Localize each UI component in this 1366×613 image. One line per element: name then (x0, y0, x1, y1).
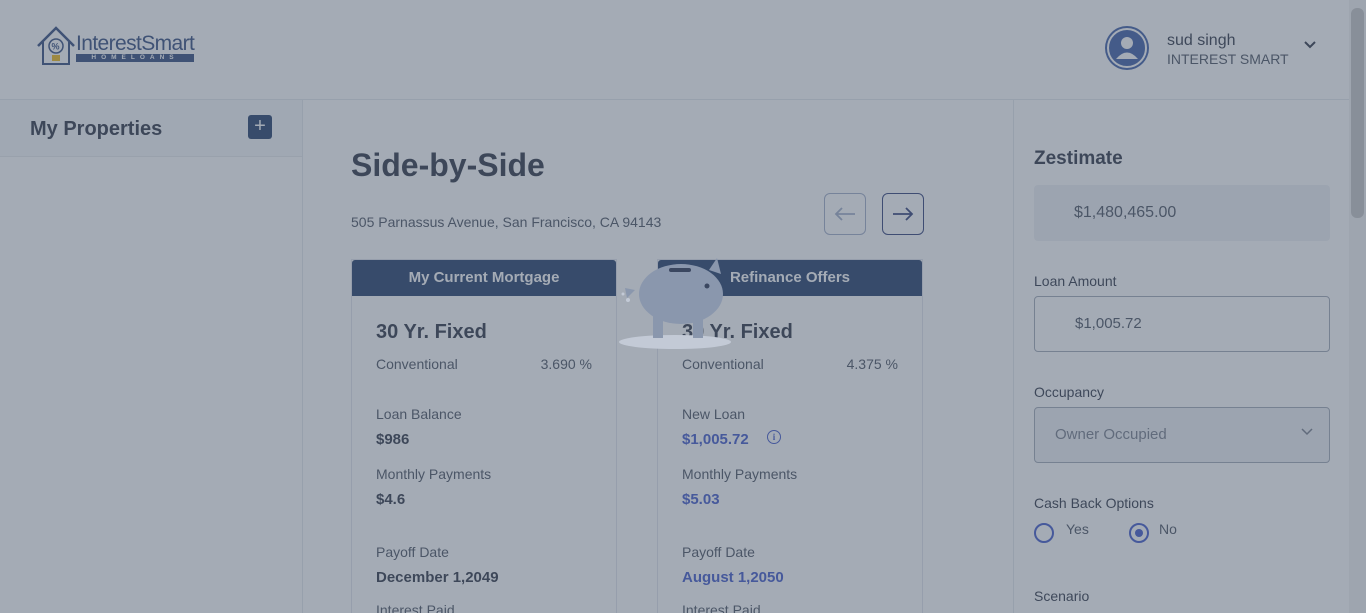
page-scrollbar[interactable] (1349, 0, 1366, 613)
interest-paid-label: Interest Paid (376, 602, 455, 613)
cash-back-label: Cash Back Options (1034, 495, 1154, 511)
interest-paid-label: Interest Paid (682, 602, 761, 613)
loan-amount-label: Loan Amount (1034, 273, 1117, 289)
logo-subtext: HOMELOANS (76, 54, 194, 62)
payoff-date-label: Payoff Date (376, 544, 449, 560)
user-name: sud singh (1167, 32, 1236, 49)
monthly-payments-label: Monthly Payments (376, 466, 492, 482)
cash-back-no-label: No (1159, 521, 1177, 537)
monthly-payments-value: $4.6 (376, 491, 406, 508)
right-panel: Zestimate $1,480,465.00 Loan Amount $1,0… (1013, 100, 1349, 613)
page-title: Side-by-Side (351, 147, 545, 183)
radio-selected-dot (1135, 529, 1143, 537)
loan-type: 30 Yr. Fixed (376, 321, 487, 343)
new-loan-value: $1,005.72 (682, 431, 749, 448)
add-property-button[interactable]: + (248, 115, 272, 139)
loan-program: Conventional (376, 356, 458, 372)
chevron-down-icon[interactable] (1303, 40, 1317, 50)
logo-text: InterestSmart (76, 32, 195, 55)
house-logo-icon: % (37, 26, 75, 65)
loan-program: Conventional (682, 356, 764, 372)
svg-text:%: % (52, 42, 60, 52)
current-mortgage-card: My Current Mortgage 30 Yr. Fixed Convent… (351, 259, 617, 613)
info-icon[interactable]: i (767, 430, 781, 444)
interest-rate: 4.375 % (846, 356, 898, 372)
occupancy-selected-value: Owner Occupied (1055, 426, 1167, 443)
interest-rate: 3.690 % (540, 356, 592, 372)
scenario-label: Scenario (1034, 588, 1090, 604)
scrollbar-thumb[interactable] (1351, 8, 1364, 218)
sidebar-title: My Properties (30, 118, 163, 140)
payoff-date-label: Payoff Date (682, 544, 755, 560)
loan-balance-value: $986 (376, 431, 410, 448)
user-menu[interactable]: sud singh INTEREST SMART (1105, 26, 1335, 72)
piggy-bank-loading-icon (619, 258, 731, 349)
sidebar-header: My Properties + (0, 100, 302, 157)
top-header: % InterestSmart HOMELOANS sud singh INTE… (0, 0, 1349, 100)
payoff-date-value: August 1,2050 (682, 569, 784, 586)
arrow-left-icon (834, 207, 855, 221)
main-content: Side-by-Side 505 Parnassus Avenue, San F… (303, 100, 1013, 613)
current-mortgage-header: My Current Mortgage (352, 260, 616, 296)
occupancy-label: Occupancy (1034, 384, 1105, 400)
user-avatar-icon (1105, 26, 1149, 70)
loan-balance-label: Loan Balance (376, 406, 462, 422)
property-address: 505 Parnassus Avenue, San Francisco, CA … (351, 214, 662, 230)
occupancy-select[interactable]: Owner Occupied (1034, 407, 1330, 463)
cash-back-yes-radio[interactable] (1034, 523, 1054, 543)
loan-amount-input[interactable]: $1,005.72 (1034, 296, 1330, 352)
previous-button[interactable] (824, 193, 866, 235)
new-loan-label: New Loan (682, 406, 746, 422)
zestimate-value: $1,480,465.00 (1034, 185, 1330, 241)
logo[interactable]: % InterestSmart HOMELOANS (34, 24, 196, 68)
user-org: INTEREST SMART (1167, 51, 1289, 67)
zestimate-title: Zestimate (1034, 148, 1123, 169)
sidebar: My Properties + (0, 100, 303, 613)
payoff-date-value: December 1,2049 (376, 569, 499, 586)
chevron-down-icon (1301, 428, 1313, 436)
cash-back-yes-label: Yes (1066, 521, 1089, 537)
cash-back-no-radio[interactable] (1129, 523, 1149, 543)
monthly-payments-value: $5.03 (682, 491, 720, 508)
arrow-right-icon (893, 207, 914, 221)
monthly-payments-label: Monthly Payments (682, 466, 798, 482)
next-button[interactable] (882, 193, 924, 235)
